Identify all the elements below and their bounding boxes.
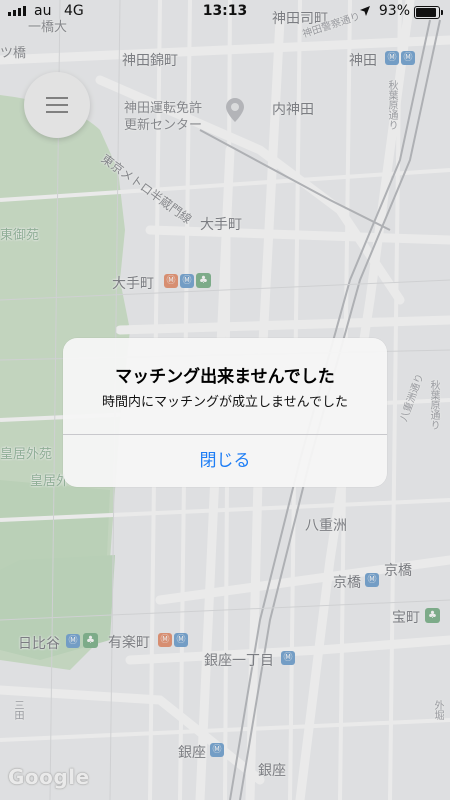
alert-title: マッチング出来ませんでした xyxy=(115,367,335,387)
alert-message: 時間内にマッチングが成立しませんでした xyxy=(102,395,348,410)
battery-percentage: 93% xyxy=(378,3,410,19)
status-bar: au 4G 13:13 93% xyxy=(0,0,450,24)
location-arrow-icon xyxy=(360,6,370,16)
battery-icon xyxy=(414,6,443,19)
alert-dialog: マッチング出来ませんでした 時間内にマッチングが成立しませんでした 閉じる xyxy=(63,338,387,487)
close-button[interactable]: 閉じる xyxy=(63,435,387,487)
